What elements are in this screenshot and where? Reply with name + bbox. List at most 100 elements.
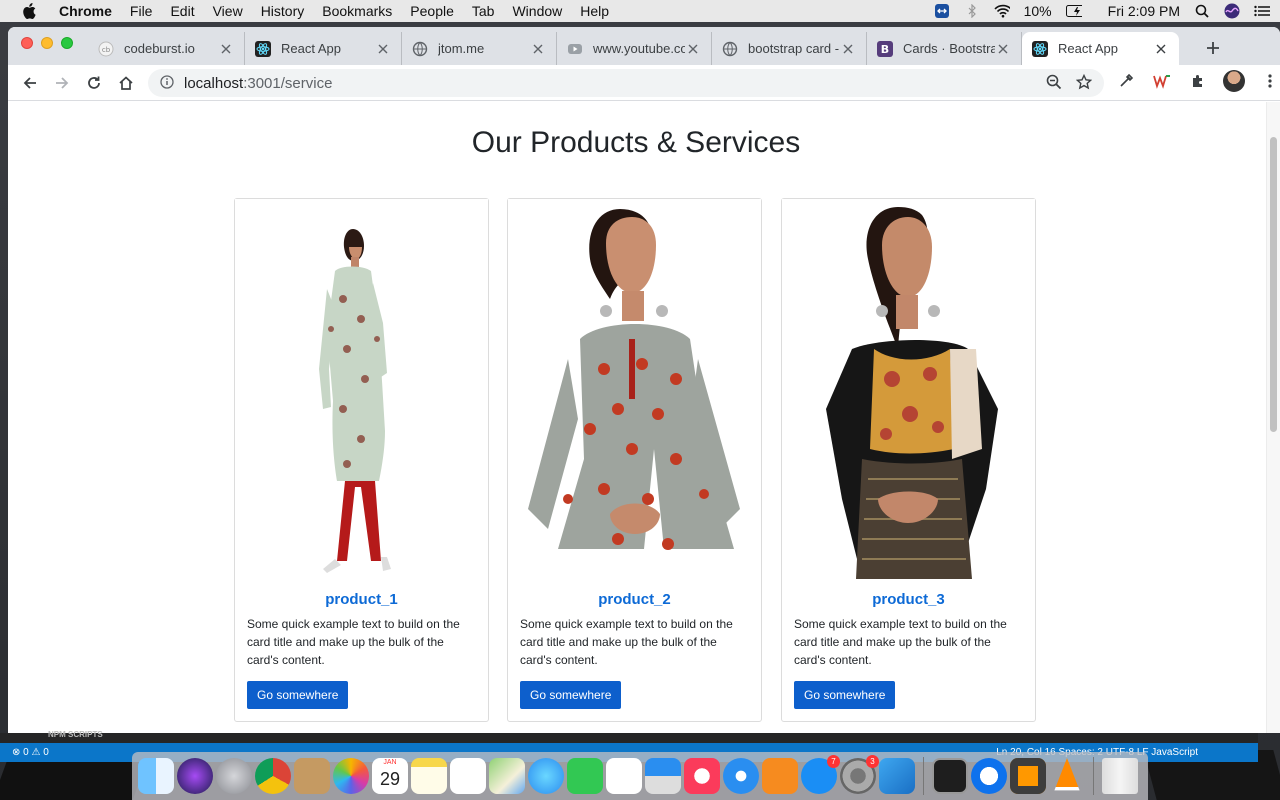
eyedropper-extension-icon[interactable] <box>1114 69 1138 93</box>
menu-people[interactable]: People <box>401 3 463 19</box>
reload-button[interactable] <box>80 69 108 97</box>
menu-history[interactable]: History <box>252 3 314 19</box>
tab-codeburst[interactable]: cb codeburst.io <box>88 32 245 65</box>
wifi-icon[interactable] <box>994 4 1010 18</box>
menu-file[interactable]: File <box>121 3 162 19</box>
close-tab-icon[interactable] <box>1153 41 1169 57</box>
messages-icon[interactable] <box>528 758 564 794</box>
profile-avatar-icon[interactable] <box>1222 69 1246 93</box>
photos-icon[interactable] <box>333 758 369 794</box>
siri-dock-icon[interactable] <box>177 758 213 794</box>
siri-icon[interactable] <box>1224 3 1240 19</box>
menu-help[interactable]: Help <box>571 3 618 19</box>
tab-strip: cb codeburst.io React App jtom.me www.yo… <box>8 27 1280 65</box>
facetime-icon[interactable] <box>567 758 603 794</box>
tab-bootstrap-card-search[interactable]: bootstrap card - <box>712 32 867 65</box>
product-card: product_3 Some quick example text to bui… <box>781 198 1036 722</box>
battery-percent: 10% <box>1023 3 1052 19</box>
tab-react-app-active[interactable]: React App <box>1022 32 1179 65</box>
bookmark-star-icon[interactable] <box>1075 73 1093 93</box>
whatfont-extension-icon[interactable] <box>1150 69 1174 93</box>
close-tab-icon[interactable] <box>375 41 391 57</box>
go-somewhere-button[interactable]: Go somewhere <box>520 681 622 709</box>
url-text[interactable]: localhost:3001/service <box>184 75 332 92</box>
new-tab-button[interactable] <box>1204 39 1222 57</box>
back-button[interactable] <box>16 69 44 97</box>
maps-icon[interactable] <box>489 758 525 794</box>
card-text: Some quick example text to build on the … <box>520 617 733 667</box>
finder-icon[interactable] <box>138 758 174 794</box>
menu-window[interactable]: Window <box>503 3 571 19</box>
address-bar[interactable]: localhost:3001/service <box>148 69 1104 97</box>
teamviewer-icon[interactable] <box>971 758 1007 794</box>
tab-title: React App <box>1058 41 1118 56</box>
problems-count[interactable]: ⊗ 0 ⚠ 0 <box>12 747 49 758</box>
close-tab-icon[interactable] <box>685 41 701 57</box>
close-tab-icon[interactable] <box>218 41 234 57</box>
safari-icon[interactable] <box>723 758 759 794</box>
menu-bookmarks[interactable]: Bookmarks <box>313 3 401 19</box>
reminders-icon[interactable] <box>450 758 486 794</box>
trash-icon[interactable] <box>1102 758 1138 794</box>
tab-title: React App <box>281 41 341 56</box>
terminal-icon[interactable] <box>932 758 968 794</box>
apple-menu-icon[interactable] <box>20 3 38 19</box>
launchpad-icon[interactable] <box>216 758 252 794</box>
vscode-icon[interactable] <box>879 758 915 794</box>
fullscreen-window-button[interactable] <box>61 37 73 49</box>
zoom-icon[interactable] <box>1046 74 1062 93</box>
notification-center-icon[interactable] <box>1254 4 1270 18</box>
tab-youtube[interactable]: www.youtube.co <box>557 32 712 65</box>
forward-button[interactable] <box>48 69 76 97</box>
menubar-clock[interactable]: Fri 2:09 PM <box>1108 3 1180 19</box>
music-icon[interactable] <box>684 758 720 794</box>
dock-separator <box>1093 757 1094 795</box>
menu-tab[interactable]: Tab <box>463 3 504 19</box>
notes-icon[interactable] <box>411 758 447 794</box>
sublime-text-icon[interactable] <box>1010 758 1046 794</box>
go-somewhere-button[interactable]: Go somewhere <box>247 681 349 709</box>
card-title[interactable]: product_2 <box>508 591 761 608</box>
tab-bootstrap-cards[interactable]: B Cards · Bootstra <box>867 32 1022 65</box>
page-scrollbar[interactable] <box>1266 102 1280 733</box>
minimize-window-button[interactable] <box>41 37 53 49</box>
teamviewer-status-icon[interactable] <box>934 4 950 18</box>
contacts-icon[interactable] <box>294 758 330 794</box>
app-store-icon[interactable]: 7 <box>801 755 840 794</box>
close-tab-icon[interactable] <box>840 41 856 57</box>
home-button[interactable] <box>112 69 140 97</box>
chrome-icon[interactable] <box>255 758 291 794</box>
spotlight-search-icon[interactable] <box>1194 4 1210 18</box>
scrollbar-thumb[interactable] <box>1270 137 1277 432</box>
chrome-menu-icon[interactable] <box>1258 69 1280 93</box>
card-title[interactable]: product_1 <box>235 591 488 608</box>
calendar-icon[interactable]: JAN 29 <box>372 758 408 794</box>
menu-view[interactable]: View <box>204 3 252 19</box>
close-tab-icon[interactable] <box>995 41 1011 57</box>
vscode-panel <box>0 733 1258 743</box>
numbers-icon[interactable] <box>606 758 642 794</box>
tab-react-app[interactable]: React App <box>245 32 402 65</box>
browser-toolbar: localhost:3001/service <box>8 65 1280 101</box>
bluetooth-icon[interactable] <box>964 4 980 18</box>
tab-jtom[interactable]: jtom.me <box>402 32 557 65</box>
url-host: localhost <box>184 74 244 92</box>
card-title[interactable]: product_3 <box>782 591 1035 608</box>
product-image <box>782 199 1035 579</box>
npm-scripts-label[interactable]: NPM SCRIPTS <box>48 730 103 739</box>
card-text: Some quick example text to build on the … <box>247 617 460 667</box>
codeburst-icon: cb <box>98 41 114 57</box>
go-somewhere-button[interactable]: Go somewhere <box>794 681 896 709</box>
menu-edit[interactable]: Edit <box>161 3 203 19</box>
books-icon[interactable] <box>762 758 798 794</box>
menu-app-name[interactable]: Chrome <box>50 3 121 19</box>
vlc-icon[interactable] <box>1054 758 1080 791</box>
system-preferences-icon[interactable]: 3 <box>840 755 879 794</box>
keynote-icon[interactable] <box>645 758 681 794</box>
extensions-puzzle-icon[interactable] <box>1186 69 1210 93</box>
close-tab-icon[interactable] <box>530 41 546 57</box>
close-window-button[interactable] <box>21 37 33 49</box>
site-info-icon[interactable] <box>160 74 174 92</box>
page-title: Our Products & Services <box>471 126 801 159</box>
battery-charging-icon[interactable] <box>1065 4 1082 18</box>
